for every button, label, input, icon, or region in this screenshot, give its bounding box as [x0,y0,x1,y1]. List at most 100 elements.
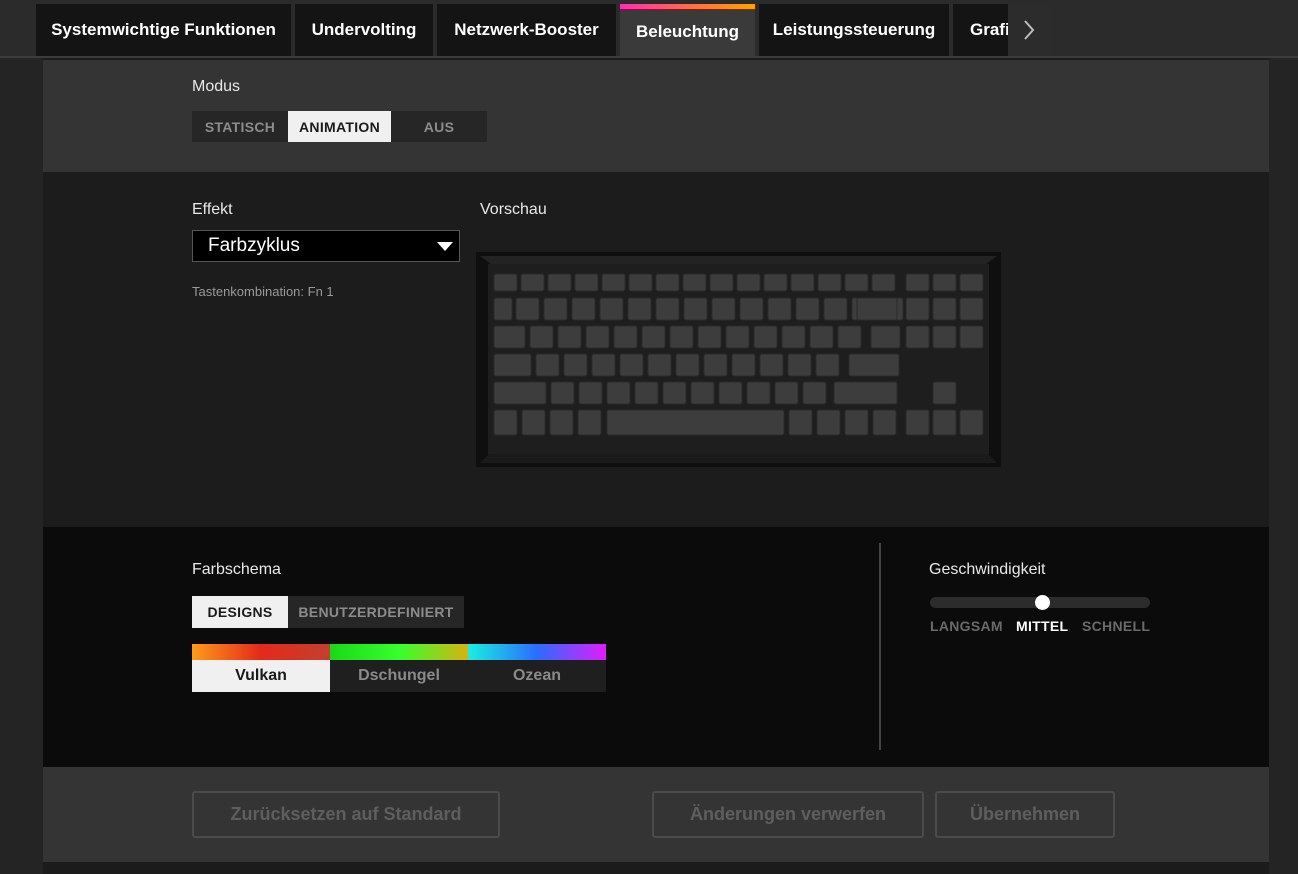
tab-label: Leistungssteuerung [772,20,936,39]
keyboard-key [669,325,694,349]
keyboard-key [675,353,700,377]
color-scheme-tabs: DESIGNS BENUTZERDEFINIERT [192,596,464,628]
keyboard-key [736,273,761,292]
keyboard-key [844,409,869,436]
tab-undervolting[interactable]: Undervolting [295,4,433,56]
keyboard-top-bevel [480,256,997,264]
tab-beleuchtung[interactable]: Beleuchtung [620,4,755,56]
tab-grafik[interactable]: Grafi [953,4,1008,56]
keyboard-key [606,381,631,405]
theme-list: Vulkan Dschungel Ozean [192,644,606,692]
tabs-scroll-right-button[interactable] [1008,4,1050,56]
keyboard-key [932,381,957,405]
theme-gradient-vulkan[interactable] [192,644,330,660]
keyboard-key [753,325,778,349]
keyboard-key [601,273,626,292]
keyboard-key [627,297,652,321]
keyboard-key [781,325,806,349]
keyboard-key [809,325,834,349]
tab-netzwerk-booster[interactable]: Netzwerk-Booster [437,4,616,56]
keyboard-preview [476,252,1001,467]
keyboard-key [856,297,898,321]
keyboard-key [493,297,513,321]
window-edge-right [1269,0,1298,874]
keyboard-key [547,273,572,292]
keyboard-key [905,297,930,321]
keyboard-key [795,297,820,321]
discard-changes-button[interactable]: Änderungen verwerfen [652,791,924,838]
keyboard-key [823,297,848,321]
keyboard-key [718,381,743,405]
preview-label: Vorschau [480,201,547,218]
keyboard-key [833,381,898,405]
keyboard-key [655,273,680,292]
keyboard-key [578,381,603,405]
keyboard-key [844,273,869,292]
keyboard-key [739,297,764,321]
keyboard-key [959,409,984,436]
keyboard-key [848,353,900,377]
keyboard-key [905,409,930,436]
speed-medium-label[interactable]: MITTEL [1016,618,1068,634]
mode-segmented-control: STATISCH ANIMATION AUS [192,111,487,142]
keyboard-key [571,297,596,321]
custom-tab[interactable]: BENUTZERDEFINIERT [288,596,464,628]
chevron-right-icon [1024,20,1035,40]
keyboard-key [493,273,518,292]
keyboard-key [682,273,707,292]
keyboard-key [493,325,526,349]
mode-animation-button[interactable]: ANIMATION [288,111,391,142]
speed-slider-handle[interactable] [1034,595,1050,610]
tab-label: Undervolting [311,20,417,39]
speed-slider[interactable] [930,595,1150,610]
keyboard-key [563,353,588,377]
tab-leistungssteuerung[interactable]: Leistungssteuerung [759,4,949,56]
tab-systemwichtige-funktionen[interactable]: Systemwichtige Funktionen [36,4,291,56]
theme-ozean-button[interactable]: Ozean [468,660,606,692]
keyboard-key [493,381,547,405]
keyboard-key [788,409,813,436]
keyboard-key [521,409,546,436]
keyboard-key [599,297,624,321]
keyboard-key [709,273,734,292]
keyboard-key [746,381,771,405]
designs-tab[interactable]: DESIGNS [192,596,288,628]
keyboard-key [683,297,708,321]
theme-gradient-dschungel[interactable] [330,644,468,660]
tab-label: Beleuchtung [636,22,739,41]
tab-label: Systemwichtige Funktionen [51,20,276,39]
keyboard-key [959,325,984,349]
keyboard-key [585,325,610,349]
color-scheme-label: Farbschema [192,561,281,578]
speed-slow-label[interactable]: LANGSAM [930,618,1003,634]
keyboard-key [550,381,575,405]
theme-vulkan-button[interactable]: Vulkan [192,660,330,692]
keyboard-key [817,273,842,292]
tab-bar: Systemwichtige Funktionen Undervolting N… [0,0,1298,58]
speed-fast-label[interactable]: SCHNELL [1082,618,1150,634]
keyboard-key [619,353,644,377]
keyboard-key [520,273,545,292]
keyboard-key [647,353,672,377]
effect-dropdown[interactable]: Farbzyklus [192,230,460,262]
theme-gradient-ozean[interactable] [468,644,606,660]
reset-default-button[interactable]: Zurücksetzen auf Standard [192,791,500,838]
apply-button[interactable]: Übernehmen [935,791,1115,838]
mode-off-button[interactable]: AUS [391,111,487,142]
keyboard-key [515,297,540,321]
theme-dschungel-button[interactable]: Dschungel [330,660,468,692]
keyboard-key [787,353,812,377]
keyboard-key [774,381,799,405]
keyboard-key [711,297,736,321]
keyboard-key [959,273,984,292]
keyboard-key [816,409,841,436]
keyboard-key [802,381,827,405]
keyboard-key [634,381,659,405]
keyboard-key [763,273,788,292]
mode-static-button[interactable]: STATISCH [192,111,288,142]
keyboard-key [493,353,532,377]
keyboard-key [932,273,957,292]
keyboard-key [493,409,518,436]
panel-divider [879,543,881,750]
keyboard-key [959,297,984,321]
